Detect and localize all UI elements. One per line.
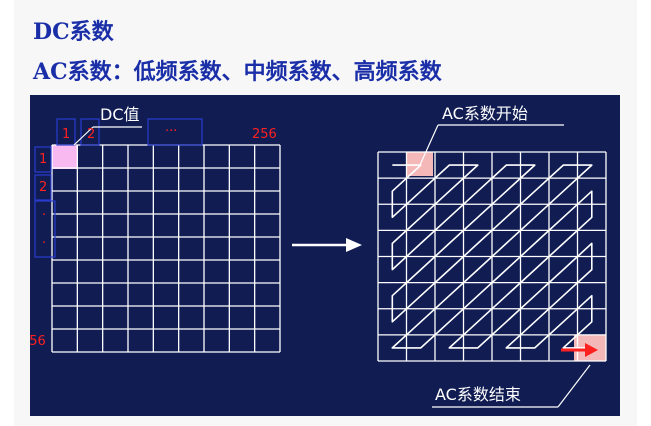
side-dot-2: · [42,236,46,251]
dc-coefficient-title: DC系数 [33,19,114,45]
side-index-2: 2 [39,180,47,195]
transform-arrow-head [346,238,362,252]
diagram-panel: DC值 1 2 ··· 256 1 2 · · 256 [30,95,620,416]
right-zigzag-grid [377,151,607,362]
left-grid-lines [51,144,281,353]
ac-start-label: AC系数开始 [442,104,528,123]
side-dot-1: · [42,208,46,223]
page: DC系数 AC系数：低频系数、中频系数、高频系数 DC值 1 2 ··· 256… [0,0,651,426]
left-coefficient-grid [51,144,281,353]
side-index-1: 1 [39,152,47,167]
left-index-boxes [34,118,203,258]
ac-end-label: AC系数结束 [435,385,521,404]
zigzag-diagram: DC值 1 2 ··· 256 1 2 · · 256 [30,104,607,408]
ac-start-cell [406,152,433,176]
top-index-2: 2 [87,127,95,142]
ac-end-pointer-line [557,364,591,408]
top-index-1: 1 [62,127,70,142]
top-ellipsis: ··· [165,124,177,139]
dc-value-label: DC值 [100,105,140,124]
ac-coefficient-title: AC系数：低频系数、中频系数、高频系数 [33,59,442,85]
top-index-last: 256 [252,127,277,142]
side-index-last: 256 [30,334,46,349]
dc-cell [52,145,78,169]
